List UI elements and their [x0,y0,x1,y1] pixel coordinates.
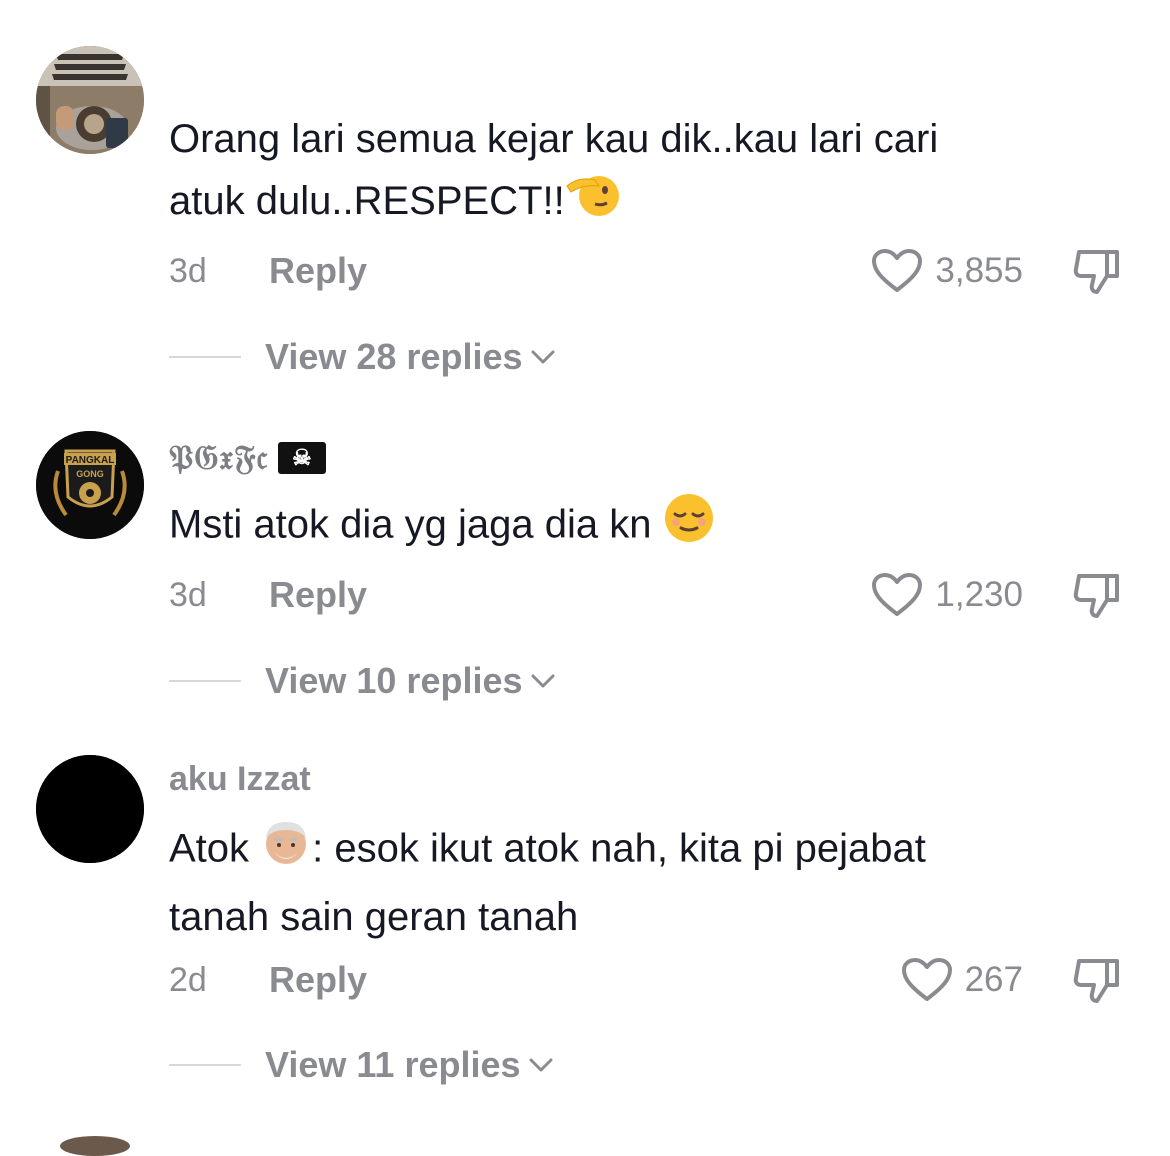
dislike-button[interactable] [1071,570,1125,620]
comment-text: Orang lari semua kejar kau dik..kau lari… [169,108,1129,236]
comment-meta: 3d Reply 3,855 [169,246,1129,296]
photo-avatar-icon [36,46,144,154]
view-replies-label: View 28 replies [265,336,523,377]
badge-text-top: PANGKAL [66,455,115,466]
comment-text-line: : esok ikut atok nah, kita pi pejabat [312,826,926,871]
avatar[interactable] [36,755,144,863]
reply-divider [169,356,241,358]
heart-icon [872,249,923,292]
reply-divider [169,1064,241,1066]
comment-text-line: atuk dulu..RESPECT!! [169,179,565,223]
chevron-down-icon [531,350,555,364]
reply-button[interactable]: Reply [269,959,367,1001]
saluting-face-emoji-icon [565,170,621,236]
view-replies-label: View 11 replies [265,1044,521,1085]
comment-text: Msti atok dia yg jaga dia kn [169,492,1129,562]
reply-divider [169,680,241,682]
heart-icon [872,573,923,616]
view-replies-button[interactable]: View 28 replies [169,332,557,382]
black-circle-avatar-icon [36,755,144,863]
comment-text: Atok : esok ikut atok nah, kita pi pejab… [169,816,1129,948]
comment-text-line: Orang lari semua kejar kau dik..kau lari… [169,117,939,161]
comment-time: 3d [169,576,207,614]
chevron-down-icon [529,1058,553,1072]
view-replies-button[interactable]: View 11 replies [169,1040,555,1090]
avatar[interactable] [36,46,144,154]
comment-time: 3d [169,252,207,290]
username-label: aku Izzat [169,760,311,798]
comment-text-line: tanah sain geran tanah [169,895,579,939]
chevron-down-icon [531,674,555,688]
username-label: 𝔓𝔊𝔵𝔉𝔠 [169,438,269,478]
view-replies-label: View 10 replies [265,660,523,701]
avatar[interactable]: PANGKAL GONG [36,431,144,539]
view-replies-button[interactable]: View 10 replies [169,656,557,706]
comment-username[interactable]: aku Izzat [169,760,311,799]
comment-time: 2d [169,961,207,999]
comment-meta: 2d Reply 267 [169,955,1129,1005]
old-man-emoji-icon [260,816,312,886]
thumbs-down-icon [1073,574,1119,618]
like-button[interactable]: 3,855 [871,246,1023,296]
comment-meta: 3d Reply 1,230 [169,570,1129,620]
next-comment-avatar-peek [60,1136,130,1156]
like-button[interactable]: 1,230 [871,570,1023,620]
thumbs-down-icon [1073,250,1119,294]
like-button[interactable]: 267 [901,955,1023,1005]
like-count: 267 [964,960,1023,999]
comment-text-line: Msti atok dia yg jaga dia kn [169,502,652,547]
reply-button[interactable]: Reply [269,250,367,292]
badge-text-bottom: GONG [76,469,104,479]
comment-text-line: Atok [169,826,250,871]
relieved-face-emoji-icon [663,492,715,562]
comment-username[interactable]: 𝔓𝔊𝔵𝔉𝔠 ☠ [169,438,327,478]
reply-button[interactable]: Reply [269,574,367,616]
like-count: 3,855 [935,251,1023,290]
dislike-button[interactable] [1071,246,1125,296]
pirate-flag-icon: ☠ [278,442,327,474]
like-count: 1,230 [935,575,1023,614]
dislike-button[interactable] [1071,955,1125,1005]
thumbs-down-icon [1073,959,1119,1003]
heart-icon [901,958,952,1001]
football-club-badge-icon: PANGKAL GONG [36,431,144,539]
